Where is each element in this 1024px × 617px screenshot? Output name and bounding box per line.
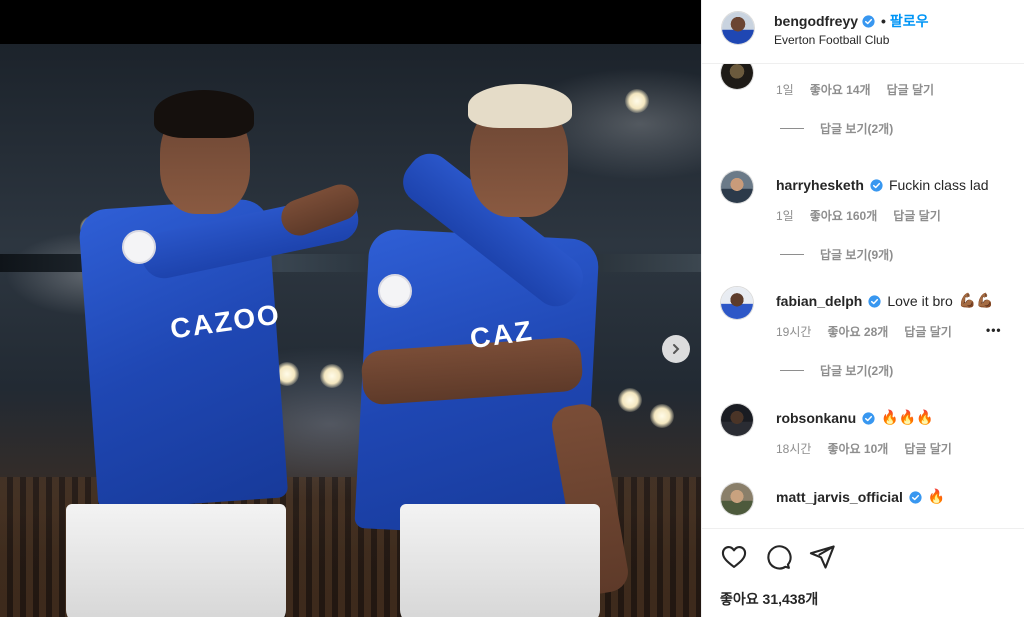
commenter-avatar[interactable]	[720, 170, 754, 204]
comment-like-count[interactable]: 좋아요 10개	[827, 440, 888, 457]
comment-time: 1일	[776, 83, 794, 97]
comment-like-count[interactable]: 좋아요 160개	[810, 207, 878, 224]
reply-button[interactable]: 답글 달기	[904, 440, 952, 457]
instagram-post: CAZOO CAZ bengodfreyy • 팔로우 Everton Foot…	[0, 0, 1024, 617]
comment-icon[interactable]	[764, 543, 792, 571]
commenter-username[interactable]: fabian_delph	[776, 293, 862, 309]
next-image-button[interactable]	[662, 335, 690, 363]
comment-time: 19시간	[776, 325, 812, 339]
heart-icon[interactable]	[720, 543, 748, 571]
commenter-avatar[interactable]	[720, 286, 754, 320]
post-media[interactable]: CAZOO CAZ	[0, 0, 701, 617]
flexed-biceps-emoji: 💪🏾💪🏾	[958, 293, 994, 309]
verified-badge-icon	[870, 178, 883, 192]
author-avatar[interactable]	[721, 11, 755, 45]
commenter-avatar[interactable]	[720, 403, 754, 437]
author-username[interactable]: bengodfreyy	[774, 13, 858, 29]
commenter-avatar[interactable]	[720, 482, 754, 516]
comment-list[interactable]: 1일 좋아요 14개 답글 달기 답글 보기(2개) harryhesketh	[702, 64, 1024, 528]
reply-button[interactable]: 답글 달기	[887, 81, 935, 98]
commenter-username[interactable]: harryhesketh	[776, 177, 864, 193]
reply-button[interactable]: 답글 달기	[904, 323, 952, 340]
commenter-avatar[interactable]	[720, 64, 754, 90]
view-replies-button[interactable]: 답글 보기(2개)	[780, 120, 893, 137]
separator-dot: •	[881, 13, 886, 29]
commenter-username[interactable]: robsonkanu	[776, 410, 856, 426]
follow-button[interactable]: 팔로우	[890, 11, 929, 31]
floodlight	[618, 388, 642, 412]
comment-time: 1일	[776, 209, 794, 223]
floodlight	[320, 364, 344, 388]
view-replies-button[interactable]: 답글 보기(9개)	[780, 246, 893, 263]
verified-badge-icon	[862, 411, 875, 425]
view-replies-label: 답글 보기(2개)	[820, 364, 894, 378]
reply-button[interactable]: 답글 달기	[893, 207, 941, 224]
comment-like-count[interactable]: 좋아요 28개	[827, 323, 888, 340]
comment-like-count[interactable]: 좋아요 14개	[810, 81, 871, 98]
view-replies-label: 답글 보기(2개)	[820, 122, 894, 136]
chevron-right-icon	[673, 344, 680, 354]
fire-emoji: 🔥	[927, 489, 946, 505]
verified-badge-icon	[862, 14, 875, 28]
like-count[interactable]: 좋아요 31,438개	[720, 589, 818, 609]
media-top-bar	[0, 0, 701, 44]
replies-divider	[780, 370, 804, 371]
replies-divider	[780, 128, 804, 129]
view-replies-button[interactable]: 답글 보기(2개)	[780, 362, 893, 379]
post-side-panel: bengodfreyy • 팔로우 Everton Football Club …	[701, 0, 1024, 617]
verified-badge-icon	[868, 294, 881, 308]
comment-text: Fuckin class lad	[888, 177, 989, 193]
comment-time: 18시간	[776, 442, 812, 456]
post-photo[interactable]: CAZOO CAZ	[0, 44, 701, 617]
replies-divider	[780, 254, 804, 255]
post-actions: 좋아요 31,438개	[702, 528, 1024, 617]
view-replies-label: 답글 보기(9개)	[820, 248, 894, 262]
paper-plane-icon[interactable]	[808, 543, 836, 571]
commenter-username[interactable]: matt_jarvis_official	[776, 489, 903, 505]
post-header: bengodfreyy • 팔로우 Everton Football Club	[702, 0, 1024, 64]
fire-emoji: 🔥🔥🔥	[881, 410, 934, 426]
comment-text: Love it bro	[887, 293, 953, 309]
post-location[interactable]: Everton Football Club	[774, 33, 889, 47]
verified-badge-icon	[909, 490, 922, 504]
floodlight	[625, 89, 649, 113]
floodlight	[650, 404, 674, 428]
more-options-icon[interactable]: •••	[986, 323, 1002, 337]
